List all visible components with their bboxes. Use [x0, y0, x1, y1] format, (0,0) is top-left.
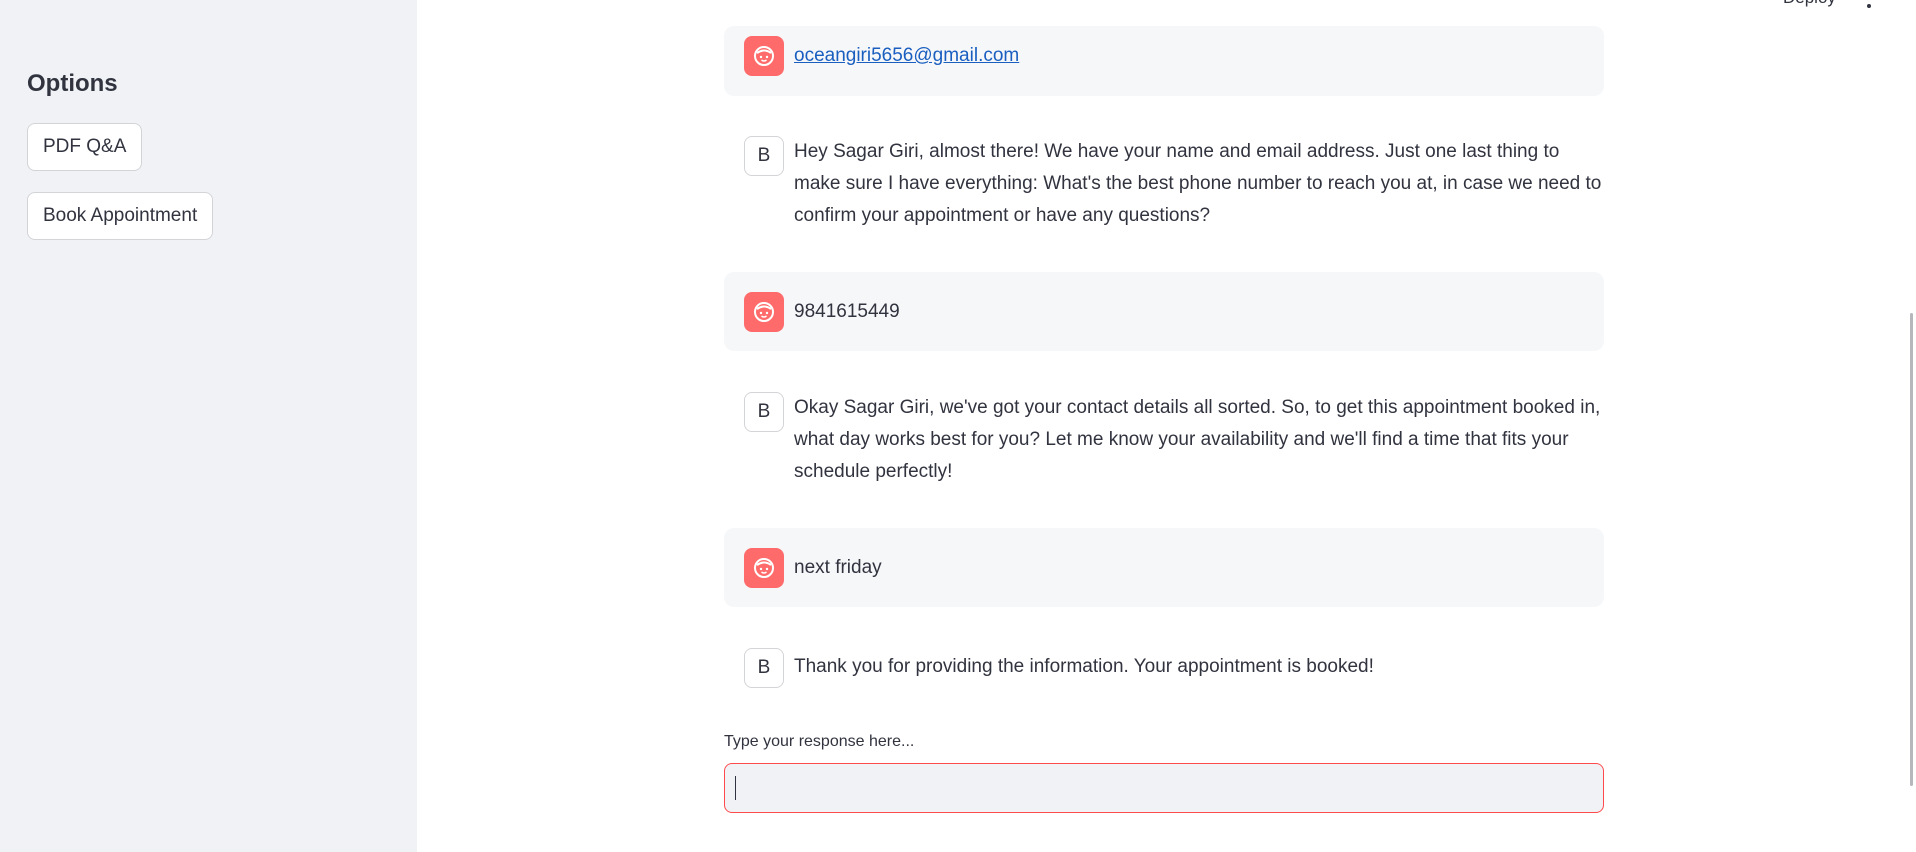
message-text: Okay Sagar Giri, we've got your contact … — [794, 397, 1601, 482]
email-link[interactable]: oceangiri5656@gmail.com — [794, 40, 1604, 72]
main-menu-icon[interactable] — [1866, 0, 1872, 8]
bot-avatar: B — [744, 648, 784, 688]
chat-message-bot: B Okay Sagar Giri, we've got your contac… — [724, 377, 1604, 497]
bot-avatar: B — [744, 392, 784, 432]
deploy-button[interactable]: Deploy — [1783, 0, 1836, 8]
user-face-icon — [754, 558, 774, 578]
chat-message-user: 9841615449 — [724, 272, 1604, 351]
response-input[interactable] — [724, 763, 1604, 813]
chat-message-user: next friday — [724, 528, 1604, 607]
message-text: Hey Sagar Giri, almost there! We have yo… — [794, 141, 1602, 226]
message-text: next friday — [794, 557, 882, 578]
text-caret — [735, 776, 736, 800]
chat-message-bot: B Hey Sagar Giri, almost there! We have … — [724, 121, 1604, 241]
bot-avatar: B — [744, 136, 784, 176]
user-avatar — [744, 292, 784, 332]
chat-message-user: oceangiri5656@gmail.com — [724, 26, 1604, 96]
scrollbar-thumb[interactable] — [1910, 313, 1913, 786]
user-avatar — [744, 548, 784, 588]
book-appointment-button[interactable]: Book Appointment — [27, 192, 214, 240]
user-avatar — [744, 36, 784, 76]
app-window: Options PDF Q&A Book Appointment Deploy … — [0, 0, 1916, 852]
sidebar: Options PDF Q&A Book Appointment — [0, 0, 417, 852]
message-text: Thank you for providing the information.… — [794, 656, 1374, 677]
pdf-qa-button[interactable]: PDF Q&A — [27, 123, 143, 171]
sidebar-title: Options — [27, 70, 118, 97]
message-text: 9841615449 — [794, 301, 900, 322]
response-input-label: Type your response here... — [724, 733, 915, 750]
menu-dot — [1867, 4, 1871, 8]
user-face-icon — [754, 302, 774, 322]
user-face-icon — [754, 46, 774, 66]
chat-message-bot: B Thank you for providing the informatio… — [724, 633, 1604, 703]
